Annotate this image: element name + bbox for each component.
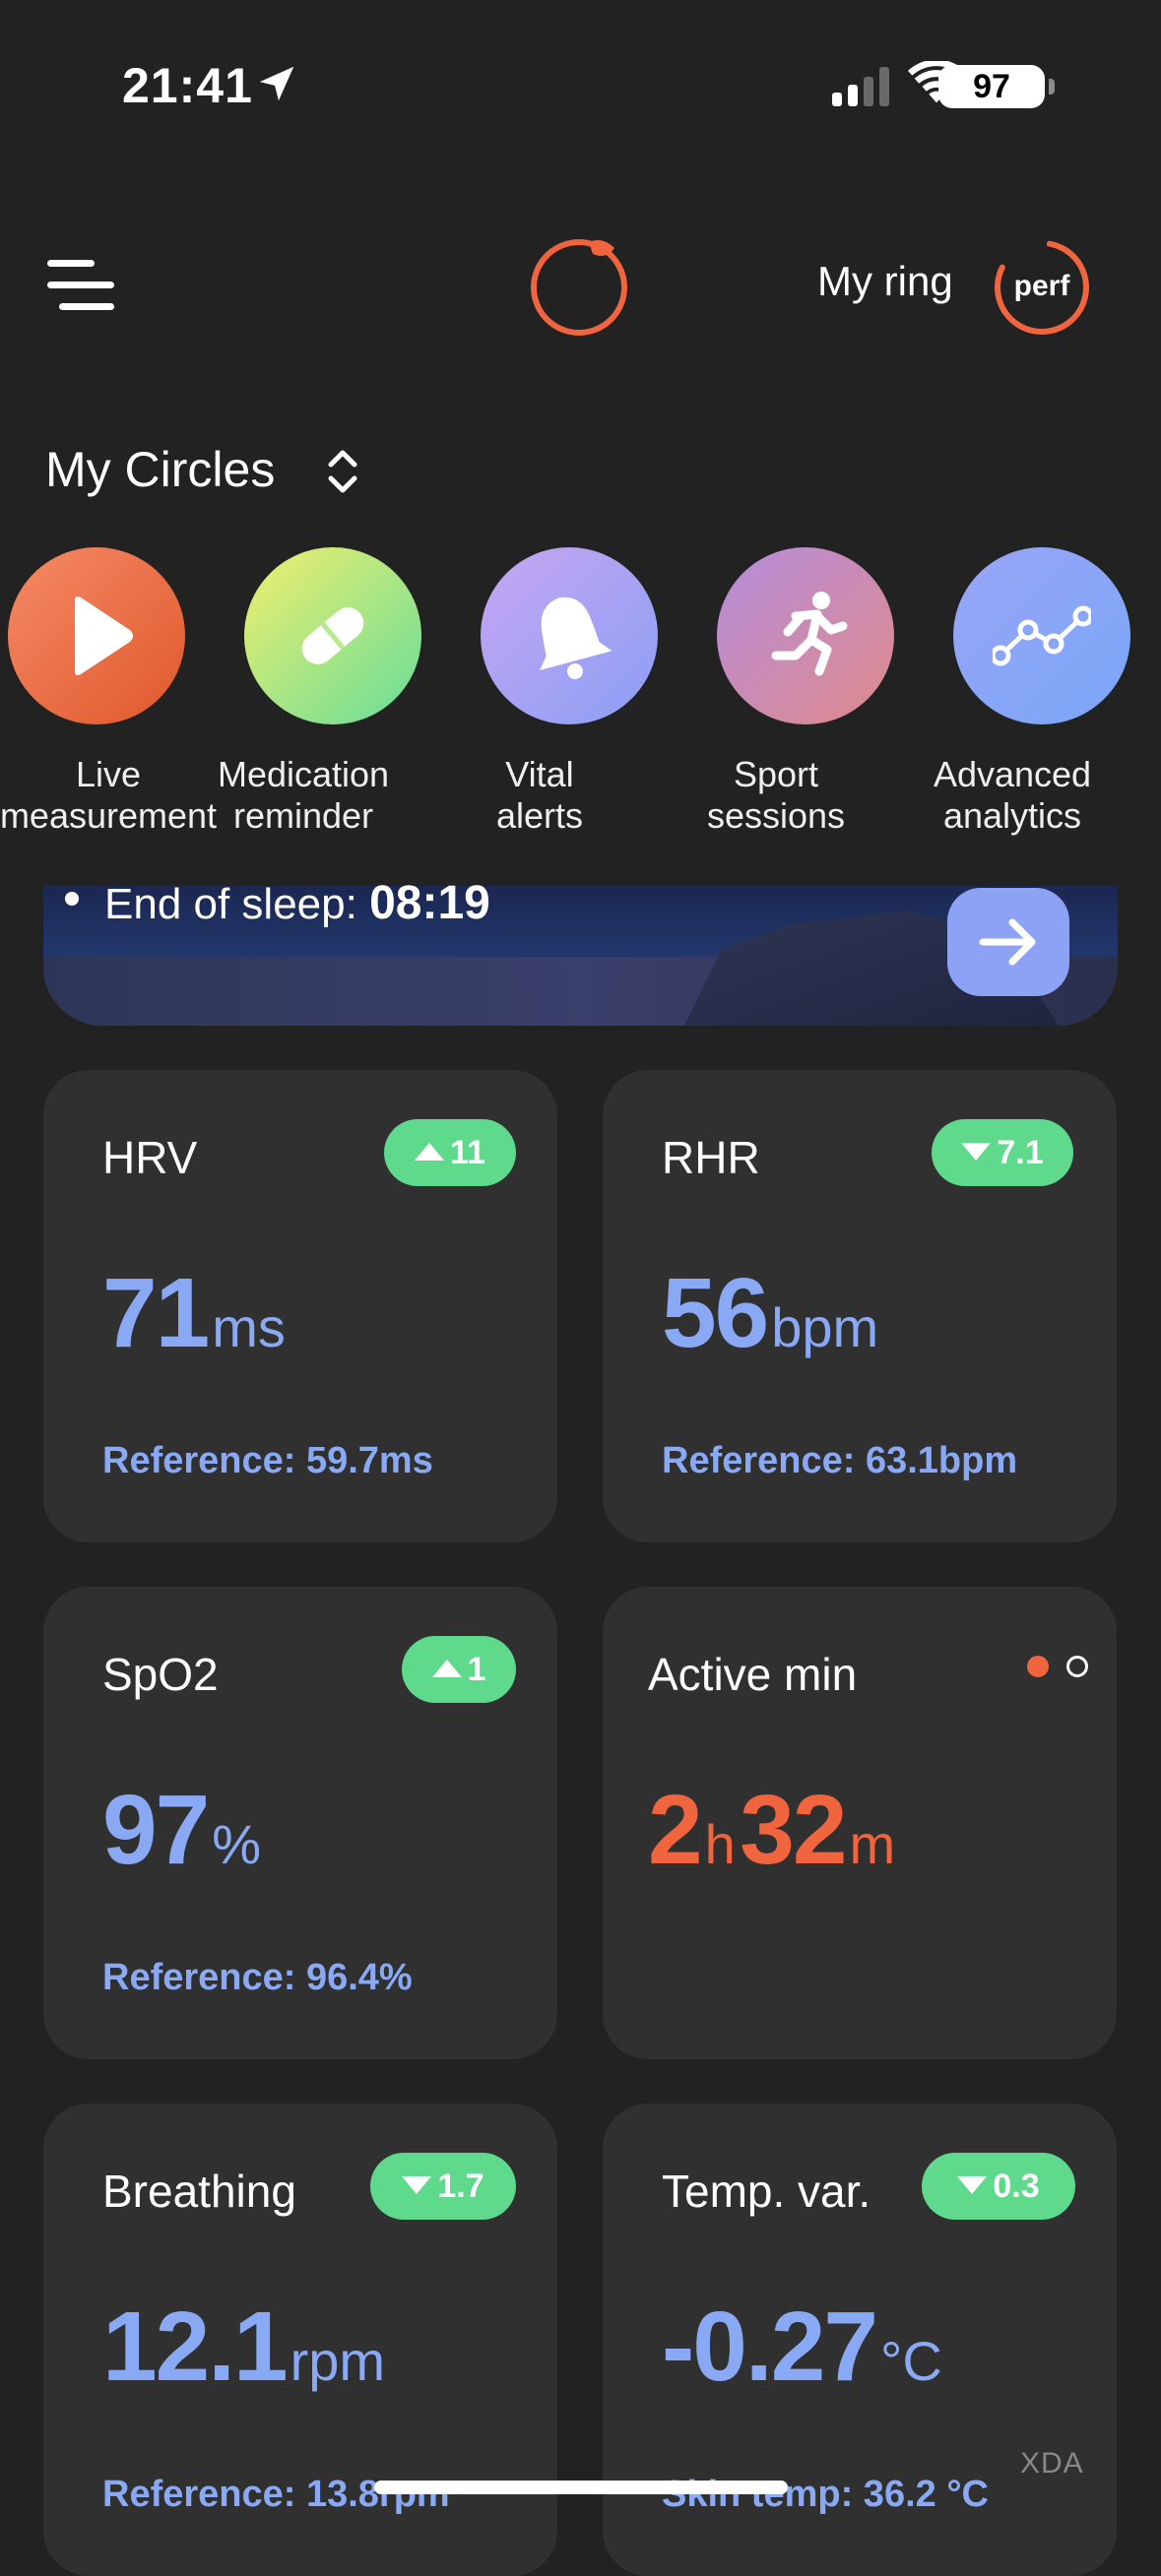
circle-disc[interactable] — [244, 547, 421, 724]
metric-unit: °C — [879, 2330, 942, 2392]
metric-unit: ms — [212, 1296, 286, 1358]
circle-disc[interactable] — [481, 547, 658, 724]
battery-indicator: 97 — [938, 65, 1059, 108]
active-hours-unit: h — [704, 1813, 736, 1875]
page-dots-indicator[interactable] — [1016, 1652, 1095, 1681]
sleep-end-text: End of sleep: 08:19 — [104, 876, 490, 930]
metric-card-rhr[interactable]: RHR 7.1 56bpm Reference: 63.1bpm — [603, 1070, 1117, 1542]
home-indicator[interactable] — [374, 2481, 788, 2494]
circle-disc[interactable] — [953, 547, 1130, 724]
metric-value: 2h 32m — [648, 1774, 895, 1887]
perf-label: perf — [1013, 270, 1070, 302]
sleep-bullet — [65, 892, 79, 906]
circle-disc[interactable] — [717, 547, 894, 724]
metric-title: SpO2 — [102, 1649, 219, 1700]
metric-value: 97% — [102, 1774, 261, 1887]
metric-unit: % — [212, 1813, 262, 1875]
metric-card-temp-var[interactable]: Temp. var. 0.3 -0.27°C Skin temp: 36.2 °… — [603, 2104, 1117, 2576]
bell-icon — [540, 597, 613, 679]
circle-label-line2: analytics — [942, 795, 1082, 836]
sleep-end-time: 08:19 — [369, 877, 490, 929]
metric-title: RHR — [662, 1132, 760, 1183]
trend-badge: 1 — [402, 1636, 516, 1703]
active-hours: 2 — [648, 1775, 703, 1885]
chevron-up-down-icon[interactable] — [325, 445, 360, 498]
running-icon — [771, 592, 848, 676]
battery-level: 97 — [938, 65, 1045, 108]
status-time: 21:41 — [122, 58, 253, 113]
circles-title[interactable]: My Circles — [45, 441, 275, 498]
menu-icon[interactable] — [47, 254, 114, 317]
metric-value: -0.27°C — [662, 2291, 942, 2404]
metric-card-active-min[interactable]: Active min 2h 32m — [603, 1587, 1117, 2059]
analytics-icon — [993, 605, 1091, 666]
metric-title: Temp. var. — [662, 2166, 871, 2217]
trend-badge: 1.7 — [370, 2153, 516, 2220]
metric-reference: Reference: 59.7ms — [102, 1440, 433, 1481]
metric-value: 12.1rpm — [102, 2291, 385, 2404]
watermark: XDA — [1020, 2447, 1084, 2480]
trend-up-icon — [415, 1143, 445, 1162]
location-arrow-icon — [259, 66, 294, 101]
trend-down-icon — [961, 1143, 992, 1162]
metric-unit: rpm — [290, 2330, 386, 2392]
active-minutes: 32 — [740, 1775, 847, 1885]
play-icon — [75, 597, 133, 675]
metric-reference: Reference: 63.1bpm — [662, 1440, 1018, 1481]
trend-badge: 11 — [384, 1119, 516, 1186]
sleep-details-button[interactable] — [947, 888, 1069, 996]
circle-label-line1: Advanced — [933, 754, 1092, 794]
metric-number: -0.27 — [662, 2292, 878, 2402]
trend-badge: 7.1 — [932, 1119, 1073, 1186]
trend-down-icon — [402, 2176, 432, 2195]
metric-number: 56 — [662, 1258, 769, 1368]
metric-title: Active min — [648, 1649, 858, 1700]
sleep-end-label: End of sleep: — [104, 880, 357, 928]
metric-number: 71 — [102, 1258, 210, 1368]
metric-value: 56bpm — [662, 1257, 878, 1370]
metric-card-hrv[interactable]: HRV 11 71ms Reference: 59.7ms — [43, 1070, 557, 1542]
trend-badge: 0.3 — [922, 2153, 1075, 2220]
metric-card-breathing[interactable]: Breathing 1.7 12.1rpm Reference: 13.8rpm — [43, 2104, 557, 2576]
arrow-right-icon — [979, 918, 1036, 966]
app-logo-icon — [531, 239, 627, 336]
battery-nub — [1049, 79, 1055, 94]
cellular-signal-icon — [832, 67, 889, 106]
trend-down-icon — [957, 2176, 988, 2195]
trend-delta: 1.7 — [437, 2168, 484, 2205]
trend-delta: 0.3 — [993, 2168, 1040, 2205]
metric-title: Breathing — [102, 2166, 296, 2217]
circle-disc[interactable] — [8, 547, 185, 724]
metric-reference: Reference: 96.4% — [102, 1957, 413, 1998]
metric-unit: bpm — [771, 1296, 879, 1358]
metric-card-spo2[interactable]: SpO2 1 97% Reference: 96.4% — [43, 1587, 557, 2059]
my-ring-label[interactable]: My ring — [817, 258, 953, 305]
active-minutes-unit: m — [849, 1813, 896, 1875]
circle-label: Advanced analytics — [865, 754, 1160, 837]
metric-number: 12.1 — [102, 2292, 289, 2402]
trend-delta: 1 — [467, 1651, 486, 1688]
metric-number: 97 — [102, 1775, 210, 1885]
pill-icon — [301, 607, 364, 664]
trend-delta: 7.1 — [997, 1134, 1044, 1171]
trend-up-icon — [431, 1660, 462, 1678]
metric-title: HRV — [102, 1132, 198, 1183]
metric-value: 71ms — [102, 1257, 286, 1370]
trend-delta: 11 — [450, 1134, 485, 1171]
